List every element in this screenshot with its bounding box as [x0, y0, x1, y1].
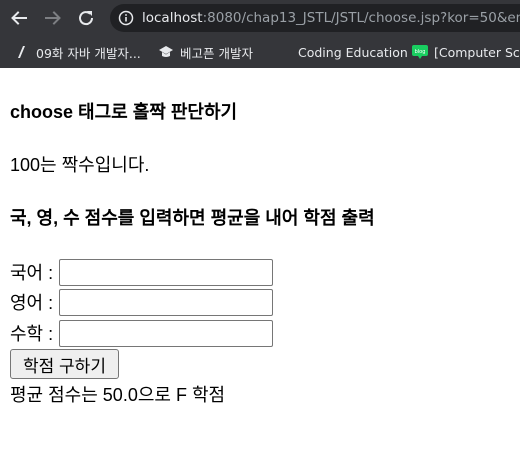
korean-row: 국어 : — [10, 258, 274, 286]
math-label: 수학 : — [10, 324, 54, 344]
bookmark-item[interactable]: 09화 자바 개발자... — [14, 42, 141, 62]
score-heading: 국, 영, 수 점수를 입력하면 평균을 내어 학점 출력 — [10, 208, 375, 228]
graduation-cap-icon — [158, 44, 174, 60]
forward-button[interactable] — [40, 5, 66, 31]
math-input[interactable] — [59, 319, 274, 347]
forward-arrow-icon — [45, 11, 61, 25]
bookmark-label: Coding Education — [298, 44, 408, 60]
english-label: 영어 : — [10, 293, 54, 313]
bookmark-label: 베고픈 개발자 — [180, 45, 253, 61]
back-arrow-icon — [11, 11, 27, 25]
math-row: 수학 : — [10, 319, 274, 347]
brunch-icon — [14, 44, 30, 60]
browser-chrome: localhost:8080/chap13_JSTL/JSTL/choose.j… — [0, 0, 520, 68]
bookmark-item[interactable]: blog [Computer Scie — [412, 42, 520, 62]
address-bar[interactable]: localhost:8080/chap13_JSTL/JSTL/choose.j… — [110, 4, 520, 32]
korean-label: 국어 : — [10, 263, 54, 283]
page-content: choose 태그로 홀짝 판단하기 100는 짝수입니다. 국, 영, 수 점… — [0, 68, 520, 456]
even-odd-result: 100는 짝수입니다. — [10, 155, 150, 175]
choose-heading: choose 태그로 홀짝 판단하기 — [10, 102, 238, 122]
grade-result: 평균 점수는 50.0으로 F 학점 — [10, 385, 226, 405]
grade-submit-button[interactable]: 학점 구하기 — [10, 349, 119, 379]
reload-button[interactable] — [73, 5, 99, 31]
blog-icon: blog — [412, 44, 428, 60]
browser-toolbar: localhost:8080/chap13_JSTL/JSTL/choose.j… — [0, 0, 520, 36]
bookmark-item[interactable]: 베고픈 개발자 — [158, 42, 253, 62]
info-icon — [118, 10, 134, 26]
bookmark-label: 09화 자바 개발자... — [36, 45, 141, 61]
back-button[interactable] — [6, 5, 32, 31]
bookmarks-bar: 09화 자바 개발자... 베고픈 개발자 Coding Education b… — [0, 36, 520, 68]
korean-input[interactable] — [59, 258, 274, 286]
english-row: 영어 : — [10, 288, 274, 316]
bookmark-label: [Computer Scie — [434, 44, 520, 60]
bookmark-item[interactable]: Coding Education — [298, 42, 408, 62]
reload-icon — [79, 11, 94, 26]
address-host: localhost — [142, 10, 203, 26]
svg-text:blog: blog — [415, 49, 426, 55]
english-input[interactable] — [59, 288, 274, 316]
address-path: :8080/chap13_JSTL/JSTL/choose.jsp?kor=50… — [202, 10, 520, 26]
